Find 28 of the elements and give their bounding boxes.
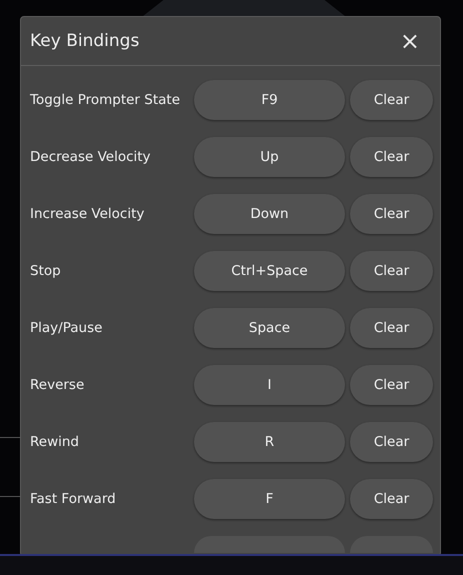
dialog-title: Key Bindings	[30, 31, 140, 51]
action-label: Fast Forward	[30, 491, 117, 507]
action-label: Increase Velocity	[30, 206, 146, 222]
clear-button[interactable]: Clear	[350, 251, 433, 291]
clear-button[interactable]: Clear	[350, 308, 433, 348]
action-label: Reverse	[30, 377, 86, 393]
clear-button[interactable]: Clear	[350, 479, 433, 519]
clear-button[interactable]: Clear	[350, 194, 433, 234]
key-binding-button[interactable]: Down	[194, 194, 345, 234]
key-binding-button[interactable]	[194, 536, 345, 553]
action-label: Rewind	[30, 434, 80, 450]
action-label: Decrease Velocity	[30, 149, 152, 165]
key-binding-button[interactable]: F9	[194, 80, 345, 120]
action-label: Play/Pause	[30, 320, 104, 336]
key-binding-button[interactable]: Up	[194, 137, 345, 177]
close-button[interactable]: ×	[396, 29, 424, 53]
clear-button[interactable]	[350, 536, 433, 553]
key-binding-button[interactable]: Ctrl+Space	[194, 251, 345, 291]
clear-button[interactable]: Clear	[350, 137, 433, 177]
action-label: Toggle Prompter State	[30, 92, 182, 108]
clear-button[interactable]: Clear	[350, 422, 433, 462]
clear-button[interactable]: Clear	[350, 80, 433, 120]
clear-button[interactable]: Clear	[350, 365, 433, 405]
key-binding-button[interactable]: Space	[194, 308, 345, 348]
key-binding-button[interactable]: I	[194, 365, 345, 405]
key-binding-button[interactable]: F	[194, 479, 345, 519]
action-label: Stop	[30, 263, 62, 279]
key-binding-button[interactable]: R	[194, 422, 345, 462]
